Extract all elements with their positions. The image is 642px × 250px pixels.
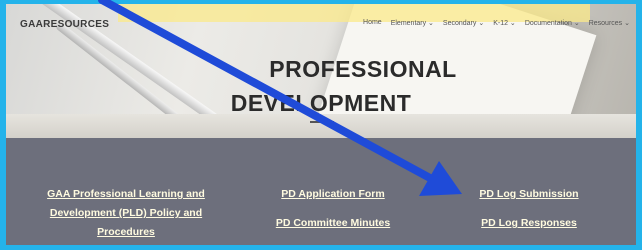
annotation-arrow-icon <box>98 0 462 196</box>
